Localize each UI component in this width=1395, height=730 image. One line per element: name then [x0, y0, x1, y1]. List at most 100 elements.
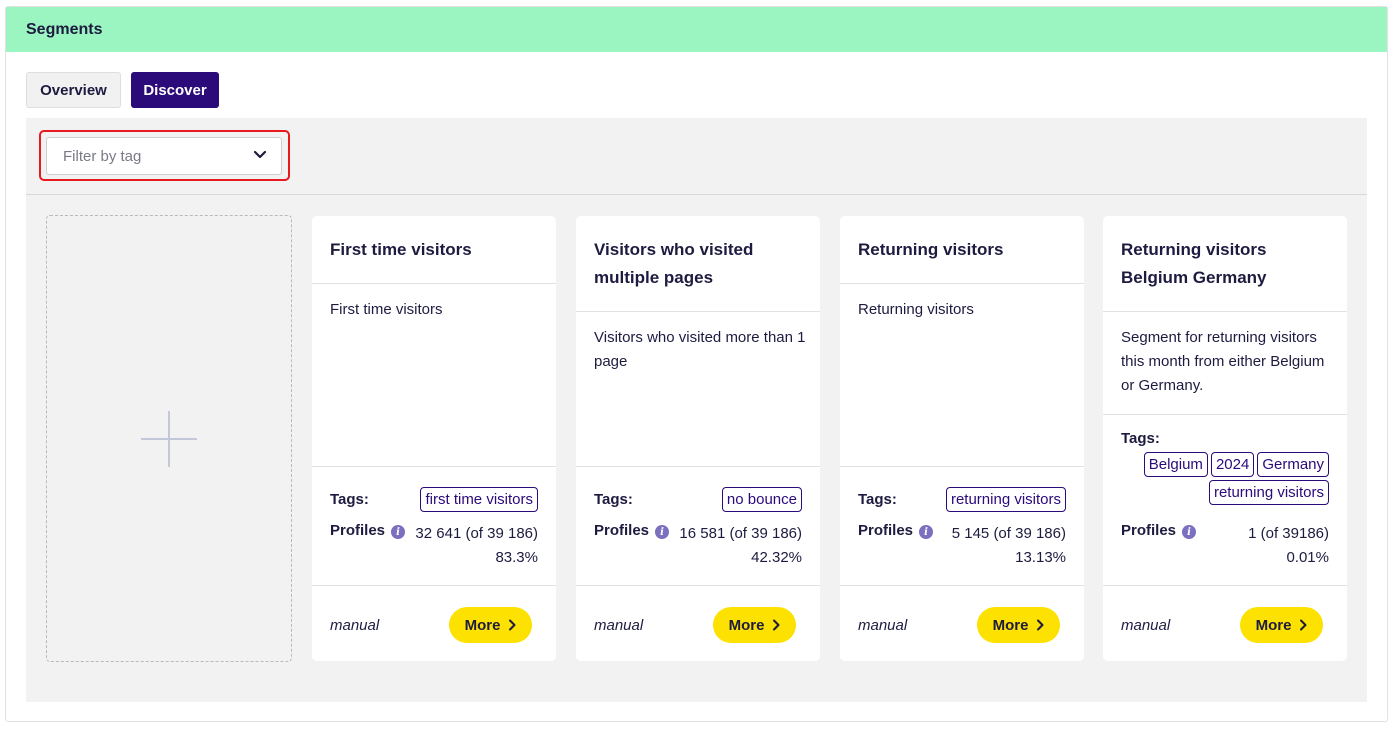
tags-label: Tags:	[1121, 430, 1160, 447]
card-divider	[1103, 585, 1347, 586]
chevron-right-icon	[509, 619, 516, 631]
segment-type: manual	[330, 616, 380, 634]
profiles-label: Profiles i	[330, 522, 406, 570]
chevron-down-icon	[253, 147, 267, 165]
tags-row: Tags: returning visitors	[858, 487, 1066, 512]
panel-title: Segments	[26, 20, 103, 38]
tags-label: Tags:	[330, 491, 369, 508]
card-footer: manual More	[858, 607, 1060, 643]
profiles-label: Profiles i	[1121, 522, 1197, 570]
filter-by-tag-select[interactable]: Filter by tag	[46, 137, 282, 175]
profiles-percent: 13.13%	[1015, 549, 1066, 566]
card-divider	[1103, 311, 1347, 312]
chevron-right-icon	[773, 619, 780, 631]
segment-type: manual	[594, 616, 644, 634]
card-divider	[312, 283, 556, 284]
tag-chip[interactable]: no bounce	[721, 487, 802, 512]
profiles-label-text: Profiles	[1121, 522, 1177, 539]
card-divider	[576, 466, 820, 467]
tags-block: Tags: Belgium 2024 Germany returning vis…	[1121, 430, 1329, 505]
profiles-count: 16 581 (of 39 186)	[679, 525, 802, 542]
more-label: More	[992, 616, 1029, 634]
profiles-label: Profiles i	[858, 522, 934, 570]
card-title: First time visitors	[330, 240, 472, 259]
card-description: First time visitors	[330, 301, 443, 318]
tab-overview[interactable]: Overview	[26, 72, 121, 108]
more-label: More	[728, 616, 765, 634]
tag-chip[interactable]: Belgium	[1143, 452, 1208, 477]
tab-bar: Overview Discover	[26, 72, 219, 108]
card-footer: manual More	[594, 607, 796, 643]
card-title: Visitors who visited multiple pages	[594, 240, 754, 287]
info-icon[interactable]: i	[655, 525, 670, 539]
more-button[interactable]: More	[1240, 607, 1323, 643]
card-divider	[576, 585, 820, 586]
profiles-row: Profiles i 5 145 (of 39 186) 13.13%	[858, 522, 1066, 570]
more-button[interactable]: More	[713, 607, 796, 643]
card-description: Returning visitors	[858, 301, 974, 318]
card-footer: manual More	[330, 607, 532, 643]
card-description: Segment for returning visitors this mont…	[1121, 329, 1325, 394]
card-description: Visitors who visited more than 1 page	[594, 329, 806, 370]
tags-label: Tags:	[858, 491, 897, 508]
profiles-percent: 0.01%	[1286, 549, 1329, 566]
profiles-label-text: Profiles	[330, 522, 386, 539]
profiles-label: Profiles i	[594, 522, 670, 570]
tag-chip[interactable]: returning visitors	[945, 487, 1066, 512]
more-label: More	[1255, 616, 1292, 634]
profiles-row: Profiles i 1 (of 39186) 0.01%	[1121, 522, 1329, 570]
segment-card: Returning visitors Belgium Germany Segme…	[1103, 216, 1347, 661]
card-divider	[312, 585, 556, 586]
info-icon[interactable]: i	[391, 525, 406, 539]
tags-label: Tags:	[594, 491, 633, 508]
tag-chip[interactable]: Germany	[1257, 452, 1329, 477]
tag-chip[interactable]: first time visitors	[420, 487, 538, 512]
more-label: More	[464, 616, 501, 634]
panel-header: Segments	[6, 7, 1387, 52]
card-title: Returning visitors Belgium Germany	[1121, 240, 1267, 287]
info-icon[interactable]: i	[919, 525, 934, 539]
plus-icon	[141, 410, 197, 467]
profiles-value: 16 581 (of 39 186) 42.32%	[679, 522, 802, 570]
profiles-count: 5 145 (of 39 186)	[951, 525, 1066, 542]
profiles-label-text: Profiles	[858, 522, 914, 539]
segment-type: manual	[1121, 616, 1171, 634]
profiles-row: Profiles i 32 641 (of 39 186) 83.3%	[330, 522, 538, 570]
profiles-count: 32 641 (of 39 186)	[415, 525, 538, 542]
card-footer: manual More	[1121, 607, 1323, 643]
card-title: Returning visitors	[858, 240, 1004, 259]
card-divider	[840, 283, 1084, 284]
tag-chip[interactable]: returning visitors	[1208, 480, 1329, 505]
profiles-label-text: Profiles	[594, 522, 650, 539]
discover-content: Filter by tag First time visitors First …	[26, 118, 1367, 702]
add-segment-card[interactable]	[46, 215, 292, 662]
profiles-percent: 83.3%	[495, 549, 538, 566]
segment-type: manual	[858, 616, 908, 634]
profiles-value: 32 641 (of 39 186) 83.3%	[415, 522, 538, 570]
profiles-row: Profiles i 16 581 (of 39 186) 42.32%	[594, 522, 802, 570]
profiles-count: 1 (of 39186)	[1248, 525, 1329, 542]
profiles-percent: 42.32%	[751, 549, 802, 566]
info-icon[interactable]: i	[1182, 525, 1197, 539]
profiles-value: 1 (of 39186) 0.01%	[1248, 522, 1329, 570]
segment-card: Visitors who visited multiple pages Visi…	[576, 216, 820, 661]
tags-row: Tags: first time visitors	[330, 487, 538, 512]
filter-placeholder: Filter by tag	[63, 147, 142, 165]
card-divider	[312, 466, 556, 467]
profiles-value: 5 145 (of 39 186) 13.13%	[952, 522, 1066, 570]
chevron-right-icon	[1037, 619, 1044, 631]
tag-chip[interactable]: 2024	[1210, 452, 1255, 477]
segments-panel: Segments Overview Discover Filter by tag…	[5, 6, 1388, 722]
tab-discover[interactable]: Discover	[131, 72, 219, 108]
segment-card: First time visitors First time visitors …	[312, 216, 556, 661]
card-divider	[1103, 414, 1347, 415]
card-divider	[840, 466, 1084, 467]
more-button[interactable]: More	[449, 607, 532, 643]
filter-divider	[26, 194, 1367, 195]
tags-list: Belgium 2024 Germany returning visitors	[1121, 452, 1329, 505]
segment-card: Returning visitors Returning visitors Ta…	[840, 216, 1084, 661]
card-divider	[576, 311, 820, 312]
more-button[interactable]: More	[977, 607, 1060, 643]
tags-row: Tags: no bounce	[594, 487, 802, 512]
card-divider	[840, 585, 1084, 586]
